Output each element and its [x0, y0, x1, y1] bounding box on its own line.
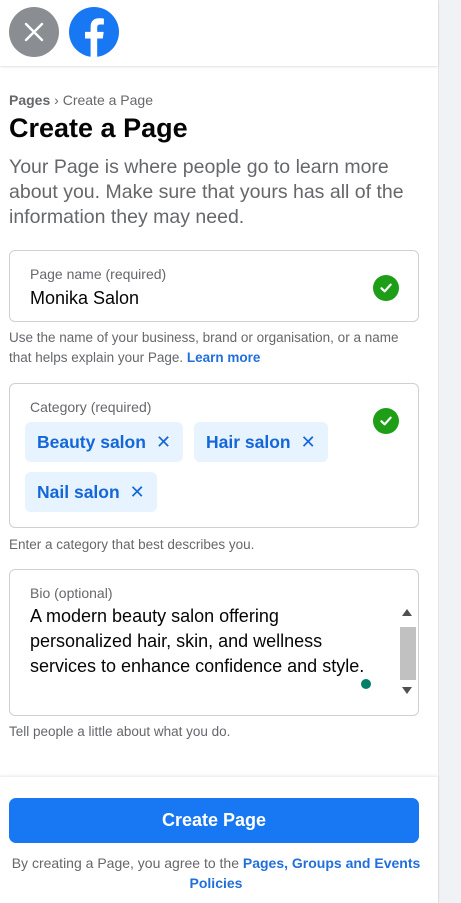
- category-field[interactable]: Category (required) Beauty salon ✕ Hair …: [9, 383, 419, 528]
- bio-scrollbar[interactable]: [399, 605, 416, 702]
- bio-helper: Tell people a little about what you do.: [9, 724, 231, 739]
- category-label: Category (required): [30, 399, 152, 415]
- bio-textarea[interactable]: A modern beauty salon offering personali…: [30, 604, 370, 679]
- chip-label: Nail salon: [37, 481, 120, 502]
- category-chip-hair-salon: Hair salon ✕: [194, 422, 328, 462]
- scroll-thumb[interactable]: [400, 627, 416, 680]
- bio-label: Bio (optional): [30, 585, 113, 601]
- terms-notice: By creating a Page, you agree to the Pag…: [2, 853, 430, 893]
- page-name-check-icon: [373, 275, 399, 301]
- create-page-panel: Pages › Create a Page Create a Page Your…: [0, 0, 438, 903]
- page-name-label: Page name (required): [30, 266, 167, 282]
- remove-chip-icon[interactable]: ✕: [130, 482, 145, 503]
- scroll-up-arrow-icon[interactable]: [402, 609, 412, 616]
- category-chip-nail-salon: Nail salon ✕: [25, 472, 157, 512]
- chip-label: Beauty salon: [37, 431, 146, 452]
- learn-more-link[interactable]: Learn more: [187, 350, 261, 365]
- page-name-input[interactable]: Monika Salon: [30, 288, 139, 309]
- create-page-button[interactable]: Create Page: [9, 798, 419, 843]
- page-name-helper: Use the name of your business, brand or …: [9, 328, 419, 368]
- chip-label: Hair salon: [206, 431, 291, 452]
- grammar-indicator-icon[interactable]: [361, 679, 371, 689]
- close-icon: [24, 22, 44, 42]
- facebook-logo-icon[interactable]: [69, 7, 119, 57]
- page-root: Pages › Create a Page Create a Page Your…: [0, 0, 461, 903]
- breadcrumb-separator: ›: [54, 92, 59, 108]
- footer: Create Page By creating a Page, you agre…: [0, 777, 438, 903]
- breadcrumb-pages-link[interactable]: Pages: [9, 92, 50, 108]
- breadcrumb: Pages › Create a Page: [9, 92, 153, 108]
- page-name-field[interactable]: Page name (required) Monika Salon: [9, 250, 419, 322]
- page-description: Your Page is where people go to learn mo…: [9, 156, 404, 228]
- scroll-down-arrow-icon[interactable]: [402, 687, 412, 694]
- terms-text: By creating a Page, you agree to the: [11, 855, 239, 871]
- bio-field[interactable]: Bio (optional) A modern beauty salon off…: [9, 569, 419, 716]
- category-helper: Enter a category that best describes you…: [9, 537, 255, 552]
- category-check-icon: [373, 408, 399, 434]
- top-bar: [0, 0, 438, 66]
- remove-chip-icon[interactable]: ✕: [301, 432, 316, 453]
- page-title: Create a Page: [9, 113, 188, 143]
- close-button[interactable]: [9, 7, 59, 57]
- right-gutter: [438, 0, 461, 903]
- remove-chip-icon[interactable]: ✕: [156, 432, 171, 453]
- category-chip-beauty-salon: Beauty salon ✕: [25, 422, 184, 462]
- breadcrumb-current: Create a Page: [62, 92, 153, 108]
